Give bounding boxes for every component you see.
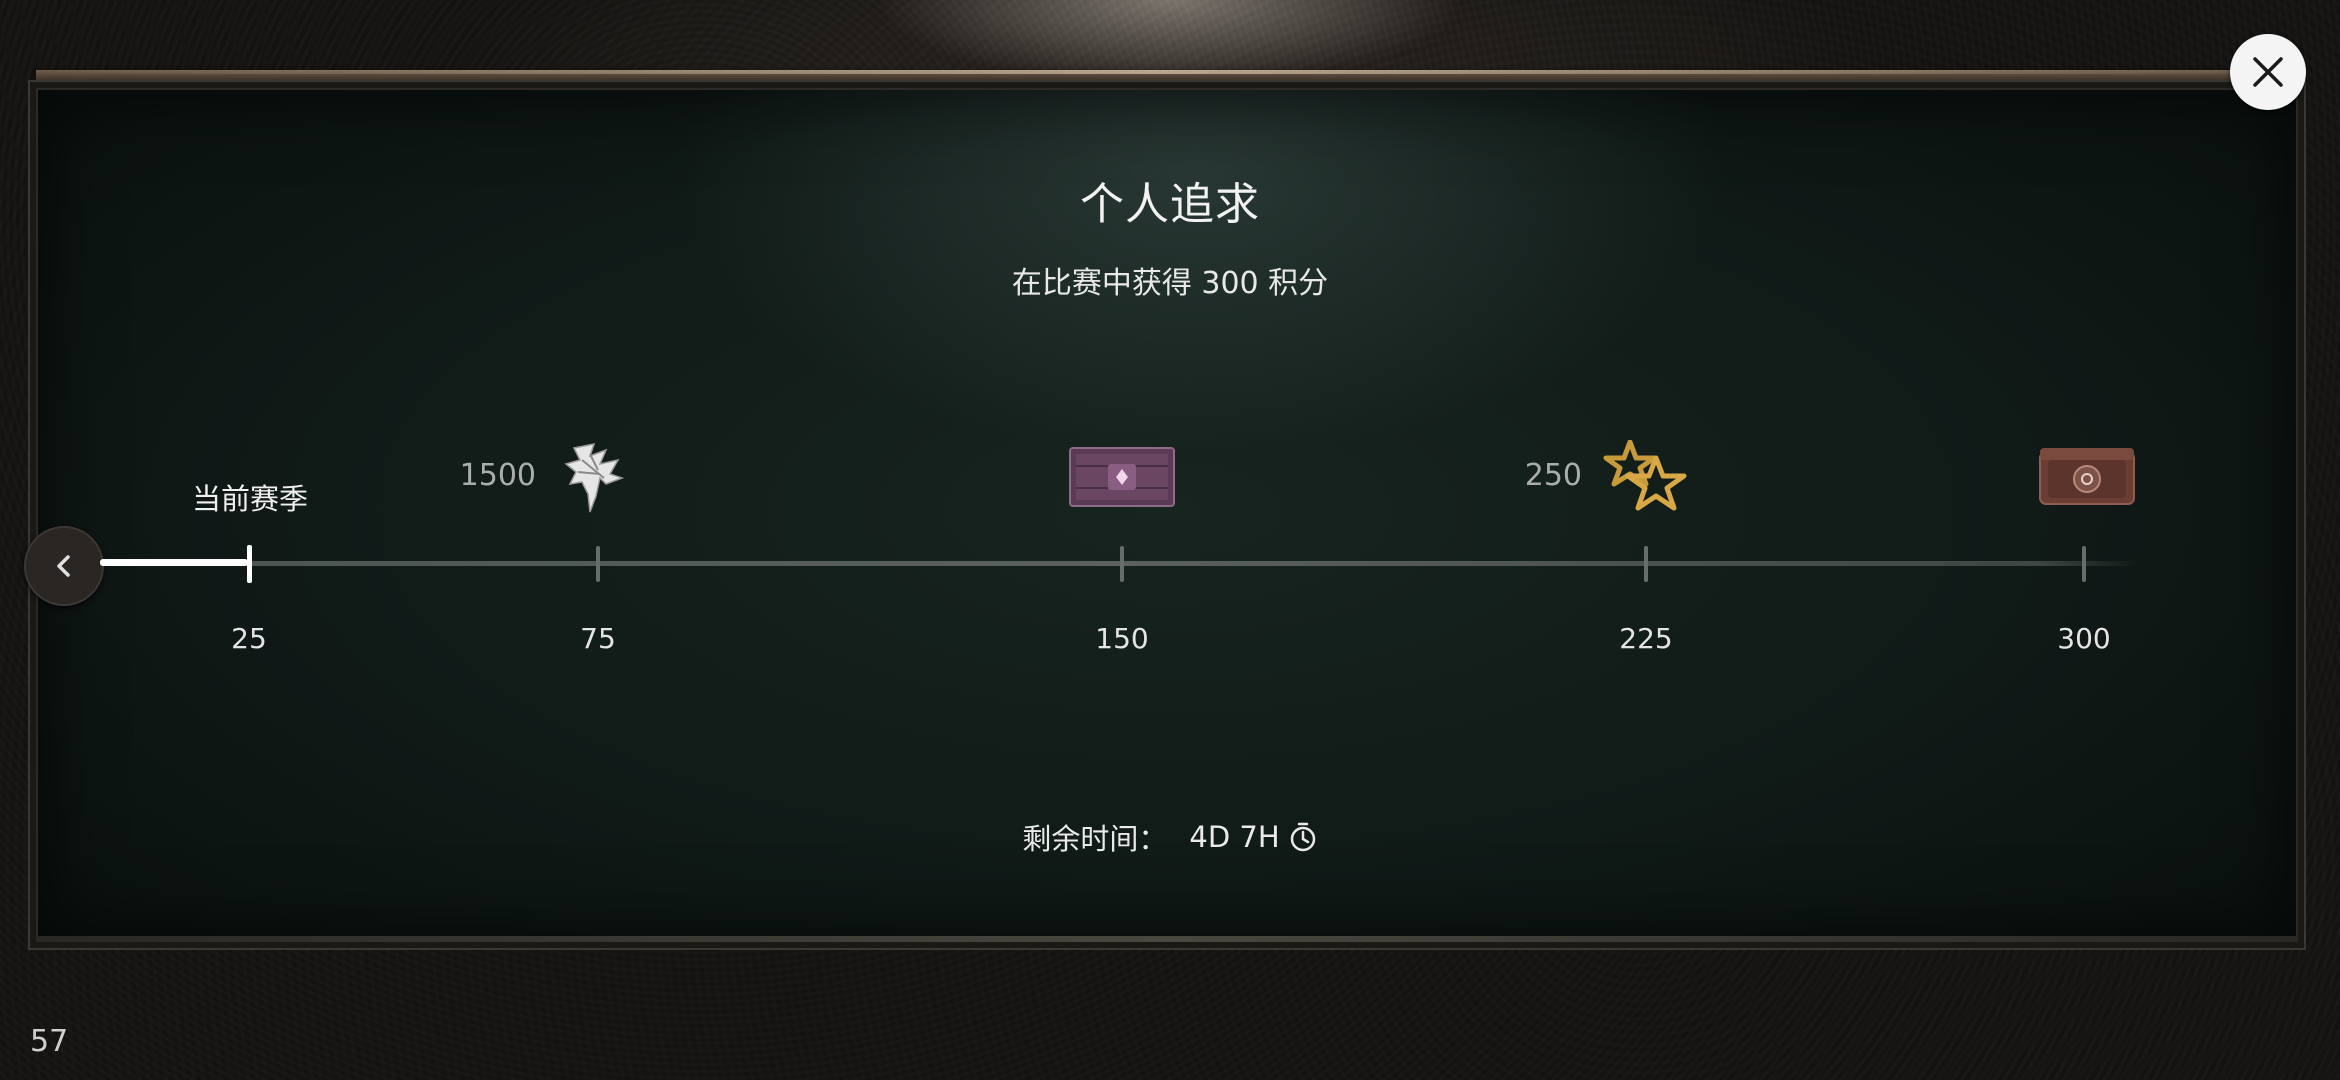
bone-totem-icon[interactable]	[560, 438, 632, 518]
milestone-label: 150	[1095, 622, 1149, 655]
close-button[interactable]	[2230, 34, 2306, 110]
remaining-time-label: 剩余时间：	[1022, 822, 1168, 856]
milestone-tick	[2082, 546, 2086, 582]
gold-stars-icon[interactable]	[1600, 439, 1692, 520]
close-icon	[2253, 57, 2283, 87]
milestone-label: 25	[231, 622, 267, 655]
board-bottom-frame	[36, 936, 2298, 942]
milestone-label: 75	[580, 622, 616, 655]
current-season-label: 当前赛季	[191, 482, 308, 516]
progress-fill	[100, 559, 248, 566]
chevron-left-icon	[57, 555, 70, 577]
purple-chest-icon[interactable]	[1068, 446, 1176, 512]
milestone-label: 300	[2057, 622, 2111, 655]
page-title: 个人追求	[1080, 179, 1260, 230]
reward-amount: 1500	[459, 458, 536, 493]
milestone-tick	[1644, 546, 1648, 582]
back-button[interactable]	[24, 526, 104, 606]
milestone-tick	[596, 546, 600, 582]
page-subtitle: 在比赛中获得 300 积分	[1011, 266, 1329, 301]
remaining-time: 剩余时间： 4D 7H	[0, 816, 2340, 858]
milestone-tick	[1120, 546, 1124, 582]
fps-counter: 57	[30, 1024, 69, 1059]
reward-amount: 250	[1524, 458, 1582, 493]
board-top-frame	[36, 70, 2298, 88]
milestone-tick-current	[247, 545, 252, 583]
clock-icon	[1290, 822, 1315, 852]
remaining-time-value: 4D 7H	[1189, 820, 1280, 854]
milestone-label: 225	[1619, 622, 1673, 655]
leather-case-icon[interactable]	[2038, 446, 2136, 512]
